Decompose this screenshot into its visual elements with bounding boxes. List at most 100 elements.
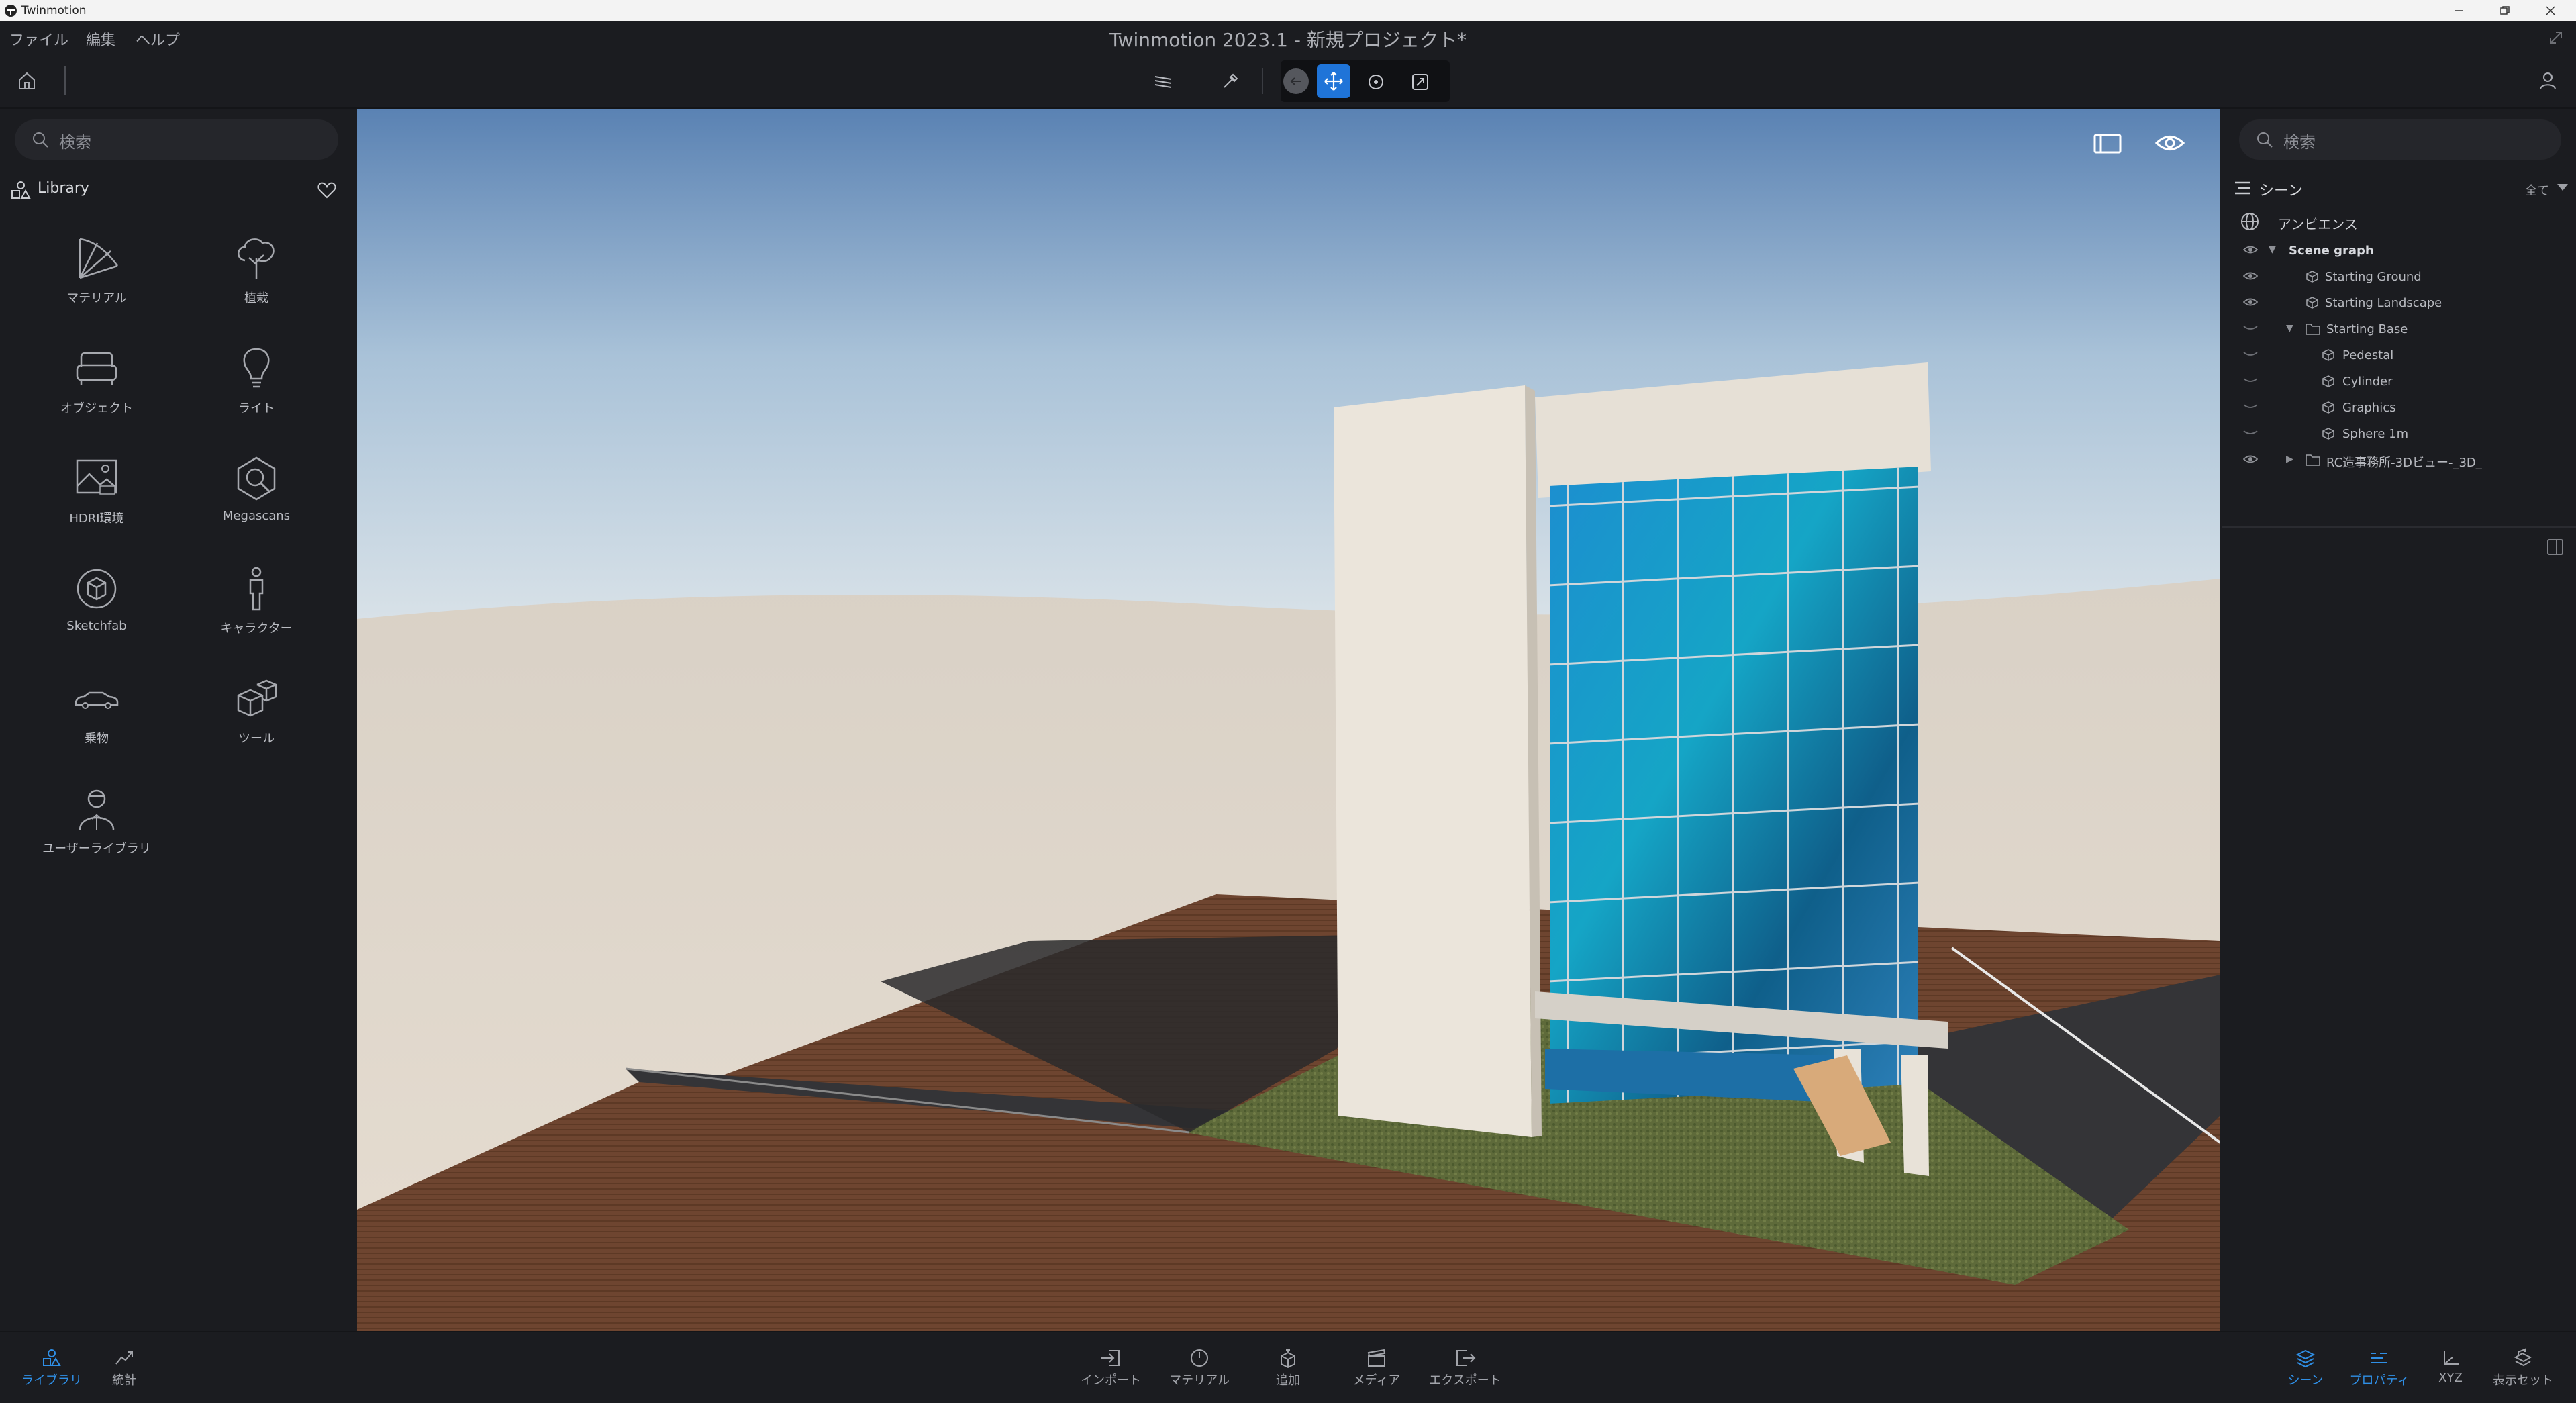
- tree-row-starting-ground[interactable]: Starting Ground: [2222, 264, 2576, 289]
- library-item-label: HDRI環境: [69, 512, 124, 526]
- object-icon: [2306, 297, 2318, 309]
- eye-icon[interactable]: [2243, 453, 2258, 465]
- transform-tool-group: [1281, 60, 1450, 102]
- library-item-character[interactable]: キャラクター: [189, 565, 324, 659]
- tree-label: Sphere 1m: [2342, 427, 2409, 441]
- car-icon: [75, 691, 119, 709]
- ambience-row[interactable]: アンビエンス: [2222, 209, 2576, 235]
- eye-icon[interactable]: [2243, 244, 2258, 256]
- tree-icon: [238, 238, 275, 279]
- tree-row-cylinder[interactable]: Cylinder: [2222, 369, 2576, 394]
- eye-icon[interactable]: [2154, 130, 2185, 156]
- home-button[interactable]: [13, 67, 40, 94]
- 3d-viewport[interactable]: [357, 109, 2220, 1331]
- expand-arrow-icon[interactable]: ▼: [2269, 244, 2276, 255]
- megascans-icon: [237, 456, 276, 501]
- button-label: メディア: [1352, 1373, 1401, 1388]
- toolbar: [0, 55, 2576, 109]
- tree-row-pedestal[interactable]: Pedestal: [2222, 342, 2576, 368]
- button-label: エクスポート: [1429, 1373, 1501, 1388]
- library-item-user-library[interactable]: ユーザーライブラリ: [30, 785, 164, 879]
- library-item-tools[interactable]: ツール: [189, 675, 324, 769]
- account-button[interactable]: [2534, 67, 2561, 94]
- restore-button[interactable]: [2482, 0, 2528, 21]
- twinmotion-logo-icon: [5, 5, 17, 17]
- tree-row-sphere[interactable]: Sphere 1m: [2222, 421, 2576, 446]
- panel-toggle-icon[interactable]: [2093, 132, 2122, 154]
- tree-row-graphics[interactable]: Graphics: [2222, 395, 2576, 420]
- scale-tool-button[interactable]: [1407, 68, 1434, 95]
- scene-search[interactable]: 検索: [2239, 119, 2561, 160]
- scale-icon: [1412, 74, 1428, 90]
- library-item-vegetation[interactable]: 植栽: [189, 235, 324, 329]
- move-icon: [1324, 72, 1343, 91]
- library-item-megascans[interactable]: Megascans: [189, 455, 324, 549]
- ambience-label: アンビエンス: [2278, 216, 2358, 232]
- lightbulb-icon: [243, 348, 270, 388]
- expand-arrow-icon[interactable]: ▶: [2286, 454, 2293, 465]
- user-icon: [2540, 72, 2556, 90]
- library-item-object[interactable]: オブジェクト: [30, 345, 164, 439]
- tab-label: 統計: [112, 1373, 136, 1388]
- favorite-heart-icon[interactable]: [317, 180, 337, 200]
- library-item-label: 植栽: [244, 291, 268, 305]
- tab-display-sets[interactable]: 表示セット: [2479, 1348, 2567, 1388]
- scene-header: シーン 全て: [2234, 176, 2569, 200]
- filter-dropdown[interactable]: 全て: [2525, 181, 2549, 199]
- move-tool-button[interactable]: [1317, 64, 1350, 98]
- library-item-hdri[interactable]: HDRI環境: [30, 455, 164, 549]
- eye-closed-icon[interactable]: [2243, 348, 2258, 360]
- library-item-light[interactable]: ライト: [189, 345, 324, 439]
- window-title: Twinmotion 2023.1 - 新規プロジェクト*: [1109, 29, 1467, 51]
- layers-button[interactable]: [1149, 67, 1177, 95]
- material-button[interactable]: マテリアル: [1156, 1348, 1243, 1388]
- fullscreen-icon[interactable]: [2548, 30, 2564, 46]
- tab-statistics[interactable]: 統計: [81, 1348, 168, 1388]
- minimize-button[interactable]: [2436, 0, 2482, 21]
- toolbar-divider: [1262, 68, 1263, 94]
- collapse-panel-icon[interactable]: [2546, 538, 2564, 556]
- eye-icon[interactable]: [2243, 296, 2258, 308]
- person-icon: [249, 567, 264, 611]
- clapperboard-icon: [1367, 1349, 1386, 1367]
- tree-row-scene-graph[interactable]: ▼ Scene graph: [2222, 238, 2576, 263]
- back-button[interactable]: [1283, 68, 1309, 94]
- tree-row-rc-office[interactable]: ▶ RC造事務所-3Dビュー-_3D_: [2222, 447, 2576, 473]
- expand-arrow-icon[interactable]: ▼: [2286, 323, 2293, 334]
- list-menu-icon[interactable]: [2234, 180, 2251, 196]
- menu-help[interactable]: ヘルプ: [136, 28, 180, 50]
- tree-row-starting-base[interactable]: ▼ Starting Base: [2222, 316, 2576, 342]
- search-placeholder: 検索: [2283, 133, 2316, 152]
- cubes-icon: [237, 679, 277, 717]
- export-button[interactable]: エクスポート: [1422, 1348, 1509, 1388]
- material-picker-icon: [1191, 1349, 1208, 1367]
- rotate-tool-button[interactable]: [1363, 68, 1389, 95]
- close-button[interactable]: [2528, 0, 2573, 21]
- library-item-vehicle[interactable]: 乗物: [30, 675, 164, 769]
- display-set-icon: [2514, 1348, 2532, 1367]
- eye-closed-icon[interactable]: [2243, 375, 2258, 387]
- library-item-label: 乗物: [85, 732, 109, 746]
- chevron-down-icon[interactable]: [2557, 184, 2568, 192]
- import-button[interactable]: インポート: [1067, 1348, 1154, 1388]
- eye-icon[interactable]: [2243, 270, 2258, 282]
- pick-button[interactable]: [1216, 67, 1244, 95]
- search-placeholder: 検索: [59, 133, 91, 152]
- properties-icon: [2371, 1353, 2387, 1363]
- tree-row-starting-landscape[interactable]: Starting Landscape: [2222, 290, 2576, 316]
- library-search[interactable]: 検索: [15, 119, 338, 160]
- hdri-image-icon: [76, 459, 117, 495]
- library-item-material[interactable]: マテリアル: [30, 235, 164, 329]
- media-button[interactable]: メディア: [1333, 1348, 1420, 1388]
- layers-stack-icon: [2295, 1349, 2316, 1368]
- tree-label: Cylinder: [2342, 375, 2393, 389]
- add-button[interactable]: 追加: [1244, 1348, 1332, 1388]
- eye-closed-icon[interactable]: [2243, 401, 2258, 413]
- menu-edit[interactable]: 編集: [86, 28, 115, 50]
- globe-icon: [2241, 213, 2259, 230]
- menu-file[interactable]: ファイル: [9, 28, 68, 50]
- eye-closed-icon[interactable]: [2243, 427, 2258, 439]
- eye-closed-icon[interactable]: [2243, 322, 2258, 334]
- library-item-sketchfab[interactable]: Sketchfab: [30, 565, 164, 659]
- object-icon: [2322, 349, 2334, 361]
